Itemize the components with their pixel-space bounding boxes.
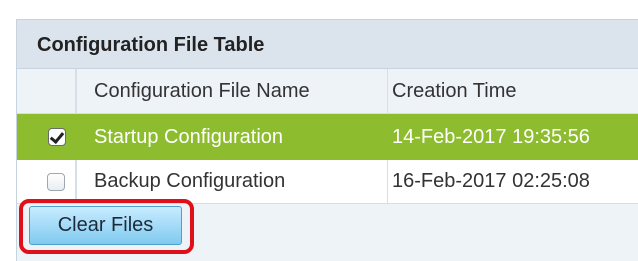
select-column-header <box>17 69 76 113</box>
row-select-cell[interactable] <box>17 114 76 160</box>
table-title: Configuration File Table <box>37 34 265 56</box>
creation-time-cell: 16-Feb-2017 02:25:08 <box>392 170 590 192</box>
clear-files-button[interactable]: Clear Files <box>29 206 182 245</box>
file-name-cell: Startup Configuration <box>94 125 284 148</box>
row-checkbox-checked[interactable] <box>47 128 66 146</box>
row-select-cell[interactable] <box>17 160 76 203</box>
table-row-startup-configuration[interactable]: Startup Configuration 14-Feb-2017 19:35:… <box>17 114 638 160</box>
column-divider <box>76 160 77 203</box>
file-name-cell: Backup Configuration <box>94 170 286 192</box>
table-header-row: Configuration File Name Creation Time <box>17 69 638 114</box>
column-divider <box>387 69 388 113</box>
column-divider <box>76 69 77 113</box>
column-header-file-name: Configuration File Name <box>94 79 310 102</box>
page: Configuration File Table Configuration F… <box>0 0 638 261</box>
row-checkbox[interactable] <box>47 172 65 191</box>
table-row-backup-configuration[interactable]: Backup Configuration 16-Feb-2017 02:25:0… <box>17 160 638 204</box>
creation-time-cell: 14-Feb-2017 19:35:56 <box>392 125 590 148</box>
table-title-bar: Configuration File Table <box>17 20 638 69</box>
column-divider <box>387 160 388 203</box>
column-header-creation-time: Creation Time <box>392 79 517 102</box>
